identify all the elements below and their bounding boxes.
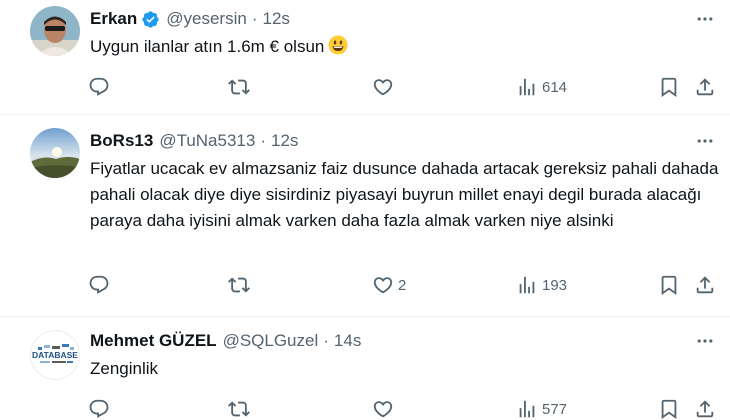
share-button[interactable] [694, 72, 716, 102]
tweet[interactable]: BoRs13 @TuNa5313 · 12s Fiyatlar ucacak e… [0, 114, 730, 316]
heart-icon [372, 398, 394, 420]
retweet-button[interactable] [228, 270, 254, 300]
reply-icon [88, 274, 110, 296]
retweet-icon [228, 76, 250, 98]
retweet-button[interactable] [228, 72, 254, 102]
grinning-face-emoji-icon [328, 35, 348, 55]
display-name[interactable]: Erkan [90, 9, 137, 29]
like-button[interactable] [372, 72, 398, 102]
retweet-icon [228, 274, 250, 296]
more-options-button[interactable] [692, 128, 718, 154]
views-button[interactable]: 614 [516, 72, 567, 102]
bookmark-button[interactable] [658, 394, 680, 420]
tweet-actions: 614 [88, 72, 720, 102]
timeline-feed: Erkan @yesersin · 12s Uygun ilanlar atın… [0, 0, 730, 420]
avatar[interactable] [30, 128, 80, 178]
share-icon [694, 76, 716, 98]
tweet-header: BoRs13 @TuNa5313 · 12s [90, 128, 298, 154]
bookmark-icon [658, 76, 680, 98]
tweet-text-body: Uygun ilanlar atın 1.6m € olsun [90, 37, 325, 56]
views-button[interactable]: 577 [516, 394, 567, 420]
more-options-button[interactable] [692, 6, 718, 32]
like-button[interactable] [372, 394, 398, 420]
reply-icon [88, 398, 110, 420]
retweet-icon [228, 398, 250, 420]
heart-icon [372, 76, 394, 98]
reply-button[interactable] [88, 72, 114, 102]
tweet[interactable]: Erkan @yesersin · 12s Uygun ilanlar atın… [0, 0, 730, 114]
share-icon [694, 274, 716, 296]
display-name[interactable]: Mehmet GÜZEL [90, 331, 217, 351]
views-button[interactable]: 193 [516, 270, 567, 300]
bookmark-icon [658, 274, 680, 296]
database-logo-text: DATABASE [32, 350, 78, 360]
more-icon [695, 9, 715, 29]
tweet-text: Fiyatlar ucacak ev almazsaniz faiz dusun… [90, 159, 719, 230]
timestamp[interactable]: 12s [262, 9, 289, 29]
reply-icon [88, 76, 110, 98]
user-handle[interactable]: @yesersin [166, 9, 247, 29]
timestamp[interactable]: 12s [271, 131, 298, 151]
user-handle[interactable]: @SQLGuzel [223, 331, 319, 351]
retweet-button[interactable] [228, 394, 254, 420]
like-button[interactable]: 2 [372, 270, 406, 300]
separator-dot: · [251, 9, 258, 28]
view-count: 614 [542, 78, 568, 96]
bookmark-button[interactable] [658, 270, 680, 300]
bookmark-button[interactable] [658, 72, 680, 102]
bookmark-icon [658, 398, 680, 420]
view-count: 193 [542, 276, 568, 294]
tweet-header: Erkan @yesersin · 12s [90, 6, 290, 32]
user-handle[interactable]: @TuNa5313 [159, 131, 255, 151]
tweet-text: Zenginlik [90, 359, 159, 378]
tweet-text: Uygun ilanlar atın 1.6m € olsun [90, 34, 720, 60]
tweet-header: Mehmet GÜZEL @SQLGuzel · 14s [90, 328, 361, 354]
tweet-actions: 577 [88, 394, 720, 420]
separator-dot: · [323, 331, 329, 350]
more-icon [695, 331, 715, 351]
display-name[interactable]: BoRs13 [90, 131, 153, 151]
separator-dot: · [260, 131, 266, 150]
share-button[interactable] [694, 270, 716, 300]
heart-icon [372, 274, 394, 296]
bar-chart-icon [516, 76, 538, 98]
verified-badge-icon [141, 10, 160, 29]
tweet-actions: 2 193 [88, 270, 720, 300]
reply-button[interactable] [88, 270, 114, 300]
avatar[interactable] [30, 6, 80, 56]
share-button[interactable] [694, 394, 716, 420]
bar-chart-icon [516, 398, 538, 420]
avatar[interactable]: DATABASE [30, 330, 80, 380]
timestamp[interactable]: 14s [334, 331, 361, 351]
like-count: 2 [398, 276, 407, 294]
reply-button[interactable] [88, 394, 114, 420]
tweet[interactable]: DATABASE Mehmet GÜZEL @SQLGuzel · 14s Ze… [0, 316, 730, 420]
bar-chart-icon [516, 274, 538, 296]
more-icon [695, 131, 715, 151]
share-icon [694, 398, 716, 420]
view-count: 577 [542, 400, 568, 418]
more-options-button[interactable] [692, 328, 718, 354]
